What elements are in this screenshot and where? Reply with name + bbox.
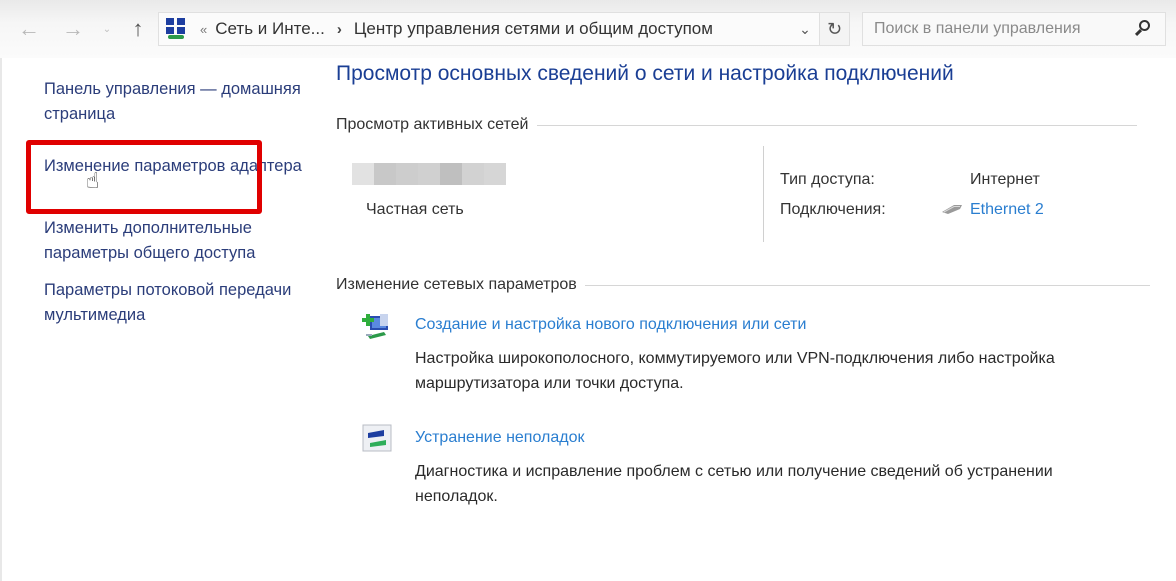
back-button[interactable]: ← <box>14 14 44 44</box>
access-type-value: Интернет <box>970 171 1040 188</box>
search-input[interactable] <box>874 20 1124 38</box>
troubleshoot-link[interactable]: Устранение неполадок <box>415 429 584 447</box>
access-type-label: Тип доступа: <box>780 171 875 188</box>
section-divider <box>584 284 1150 286</box>
connections-label: Подключения: <box>780 201 886 218</box>
overflow-chevron-icon[interactable]: « <box>200 22 207 37</box>
troubleshoot-description: Диагностика и исправление проблем с сеть… <box>415 463 1053 505</box>
chevron-down-icon: ⌄ <box>102 23 112 35</box>
setup-new-connection-link[interactable]: Создание и настройка нового подключения … <box>415 316 806 334</box>
address-dropdown-button[interactable]: ⌄ <box>791 13 819 45</box>
highlight-box <box>26 140 262 214</box>
network-name-redacted <box>352 163 506 185</box>
address-bar[interactable]: « Сеть и Инте... › Центр управления сетя… <box>158 12 820 46</box>
recent-locations-button[interactable]: ⌄ <box>100 14 114 44</box>
search-box[interactable] <box>862 12 1166 46</box>
change-settings-heading-text: Изменение сетевых параметров <box>336 276 577 293</box>
search-icon[interactable] <box>1133 19 1153 39</box>
ethernet-icon <box>942 205 962 214</box>
forward-button[interactable]: → <box>58 14 88 44</box>
sidebar-item-control-panel-home[interactable]: Панель управления — домашняя страница <box>44 77 304 127</box>
arrow-left-icon: ← <box>18 16 40 41</box>
active-networks-heading: Просмотр активных сетей <box>336 116 1137 134</box>
breadcrumb-separator-icon[interactable]: › <box>337 21 342 38</box>
active-networks-heading-text: Просмотр активных сетей <box>336 116 529 133</box>
ethernet-connection-link[interactable]: Ethernet 2 <box>970 201 1044 219</box>
network-center-icon <box>162 15 190 43</box>
up-button[interactable]: ↑ <box>124 14 152 44</box>
hand-cursor-icon: ☝ <box>86 168 100 193</box>
change-settings-heading: Изменение сетевых параметров <box>336 276 1150 294</box>
refresh-button[interactable]: ↻ <box>820 12 850 46</box>
page-title: Просмотр основных сведений о сети и наст… <box>336 62 954 85</box>
sidebar-item-media-streaming-options[interactable]: Параметры потоковой передачи мультимедиа <box>44 278 304 328</box>
setup-new-connection-description: Настройка широкополосного, коммутируемог… <box>415 350 1055 392</box>
navigation-bar: ← → ⌄ ↑ « Сеть и Инте... › Центр управле… <box>0 0 1176 58</box>
arrow-right-icon: → <box>62 16 84 41</box>
breadcrumb-network-center[interactable]: Центр управления сетями и общим доступом <box>354 19 713 39</box>
section-divider <box>536 124 1137 126</box>
sidebar-item-advanced-sharing-settings[interactable]: Изменить дополнительные параметры общего… <box>44 216 304 266</box>
network-category: Частная сеть <box>366 201 464 218</box>
troubleshoot-icon <box>362 424 392 452</box>
arrow-up-icon: ↑ <box>132 16 144 41</box>
refresh-icon: ↻ <box>826 18 843 39</box>
breadcrumb-network-internet[interactable]: Сеть и Инте... <box>215 19 325 39</box>
new-connection-icon <box>362 314 388 339</box>
vertical-divider <box>763 146 764 242</box>
chevron-down-icon: ⌄ <box>799 20 811 37</box>
